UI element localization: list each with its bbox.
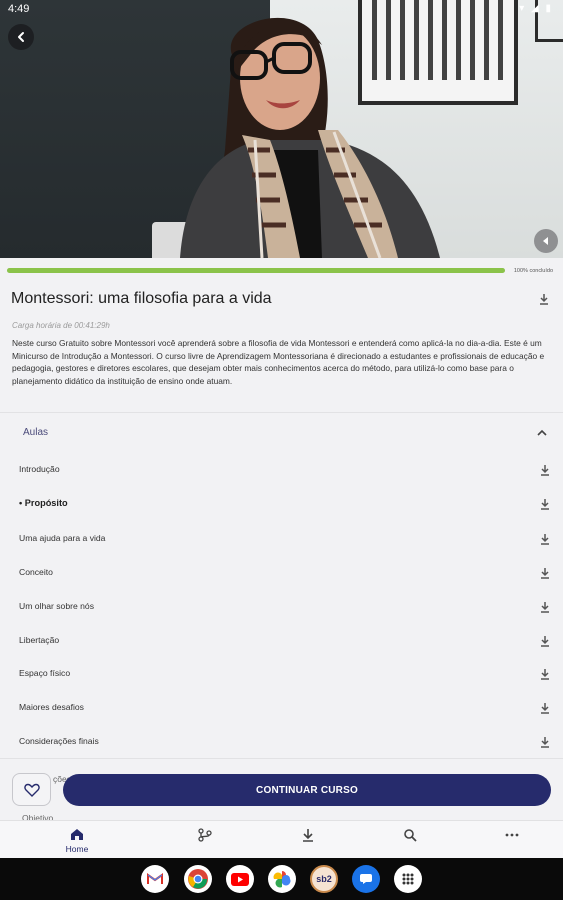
lesson-item-espaco-fisico[interactable]: Espaço físico — [0, 658, 563, 688]
lesson-item-libertacao[interactable]: Libertação — [0, 625, 563, 655]
download-icon[interactable] — [540, 497, 550, 515]
download-icon[interactable] — [540, 532, 550, 550]
lesson-label: Libertação — [19, 635, 60, 645]
tab-label: Home — [65, 844, 89, 854]
chrome-icon[interactable] — [184, 865, 212, 893]
download-icon[interactable] — [540, 600, 550, 618]
app-screen: 4:49 ▾ ◢ ▮ 100% concluído Montessori: um… — [0, 0, 563, 900]
gmail-icon[interactable] — [141, 865, 169, 893]
presenter-figure — [180, 17, 440, 258]
lesson-item-uma-ajuda[interactable]: Uma ajuda para a vida — [0, 523, 563, 553]
download-icon[interactable] — [540, 463, 550, 481]
status-icons: ▾ ◢ ▮ — [519, 3, 553, 14]
download-icon[interactable] — [540, 701, 550, 719]
triangle-left-icon — [543, 237, 548, 245]
lesson-item-introducao[interactable]: Introdução — [0, 454, 563, 484]
download-icon[interactable] — [540, 667, 550, 685]
download-icon[interactable] — [540, 634, 550, 652]
course-progress-fill — [7, 268, 505, 273]
status-time: 4:49 — [8, 3, 30, 15]
tab-home[interactable]: Home — [47, 821, 107, 859]
status-bar: 4:49 ▾ ◢ ▮ — [0, 0, 563, 18]
lesson-label: • Propósito — [19, 498, 68, 508]
lesson-item-maiores-desafios[interactable]: Maiores desafios — [0, 692, 563, 722]
youtube-icon[interactable] — [226, 865, 254, 893]
course-title: Montessori: uma filosofia para a vida — [11, 290, 272, 307]
app-drawer-icon[interactable] — [394, 865, 422, 893]
tab-learning-path[interactable] — [175, 821, 235, 859]
photos-icon[interactable] — [268, 865, 296, 893]
course-progress-bar — [7, 268, 505, 273]
heart-icon — [23, 783, 40, 797]
tab-search[interactable] — [380, 821, 440, 859]
tab-more[interactable] — [482, 821, 542, 859]
download-icon — [540, 294, 548, 305]
lesson-label: Considerações finais — [19, 736, 99, 746]
course-download-button[interactable] — [539, 292, 549, 310]
course-duration: Carga horária de 00:41:29h — [12, 321, 110, 330]
lesson-label: Espaço físico — [19, 668, 71, 678]
chevron-up-icon[interactable] — [536, 426, 548, 444]
lessons-section-header[interactable]: Aulas — [0, 414, 563, 452]
lesson-label: Introdução — [19, 464, 60, 474]
lesson-label: Conceito — [19, 567, 53, 577]
divider — [0, 758, 563, 759]
lesson-item-conceito[interactable]: Conceito — [0, 557, 563, 587]
download-icon[interactable] — [540, 735, 550, 753]
lesson-label: Um olhar sobre nós — [19, 601, 94, 611]
divider — [0, 412, 563, 413]
download-icon — [303, 829, 313, 842]
video-player[interactable]: 4:49 ▾ ◢ ▮ — [0, 0, 563, 258]
search-icon — [404, 829, 417, 842]
more-icon — [505, 833, 519, 837]
home-icon — [71, 829, 83, 840]
lesson-item-um-olhar[interactable]: Um olhar sobre nós — [0, 591, 563, 621]
learning-path-icon — [198, 828, 212, 842]
continue-course-button[interactable]: CONTINUAR CURSO — [63, 774, 551, 806]
chevron-left-icon — [18, 32, 24, 42]
lesson-label: Uma ajuda para a vida — [19, 533, 106, 543]
lesson-item-consideracoes-finais[interactable]: Considerações finais — [0, 726, 563, 756]
toggle-panel-button[interactable] — [534, 229, 558, 253]
course-progress-label: 100% concluído — [513, 268, 553, 274]
download-icon[interactable] — [540, 566, 550, 584]
sebrae-app-icon[interactable]: sb2 — [310, 865, 338, 893]
back-button[interactable] — [8, 24, 34, 50]
lesson-label: Maiores desafios — [19, 702, 84, 712]
tab-downloads[interactable] — [278, 821, 338, 859]
course-description: Neste curso Gratuito sobre Montessori vo… — [12, 338, 545, 387]
sebrae-app-label: sb2 — [316, 874, 332, 884]
lessons-header-label: Aulas — [23, 427, 49, 438]
messages-icon[interactable] — [352, 865, 380, 893]
system-taskbar: sb2 — [0, 858, 563, 900]
lesson-item-proposito[interactable]: • Propósito — [0, 488, 563, 518]
favorite-button[interactable] — [12, 773, 51, 806]
bottom-tab-bar: Home — [0, 820, 563, 858]
